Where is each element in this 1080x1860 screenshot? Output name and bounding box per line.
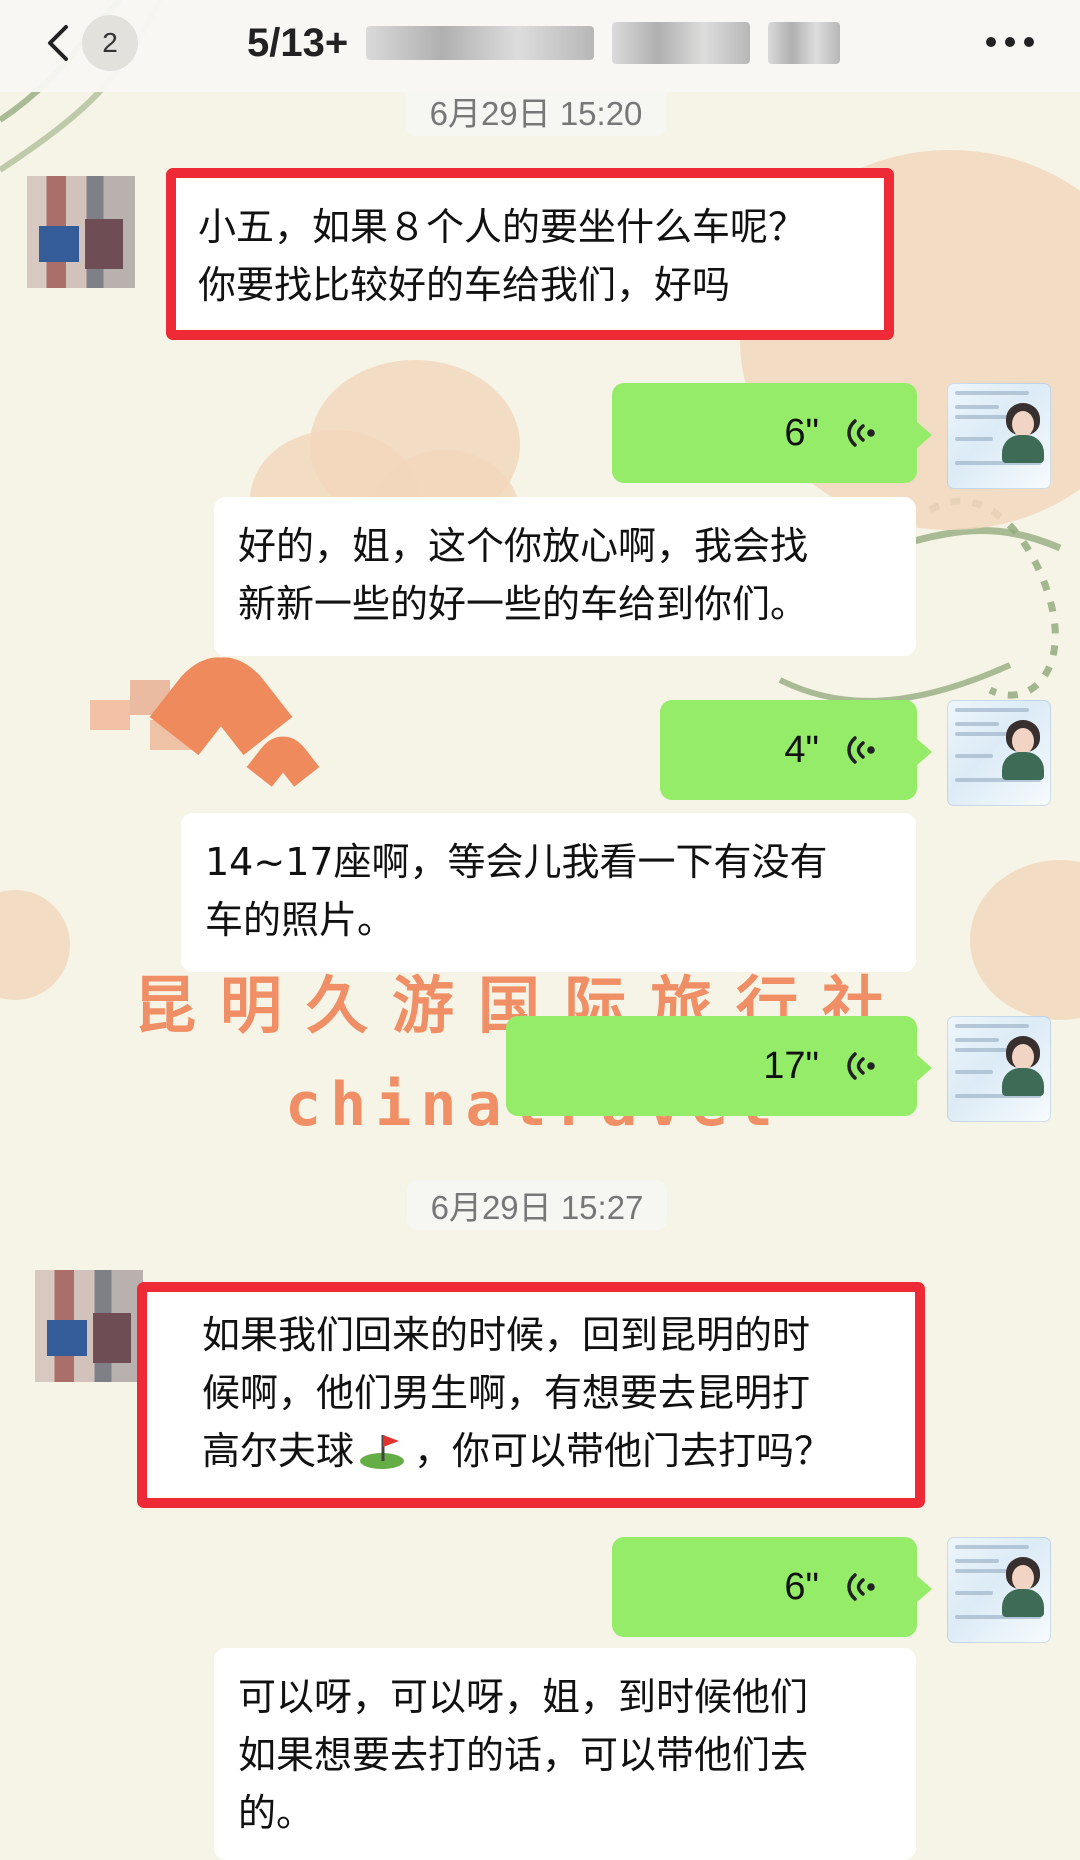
contact-avatar[interactable] — [27, 176, 135, 288]
message-line: 新新一些的好一些的车给到你们。 — [238, 582, 809, 626]
message-line: 车的照片。 — [205, 898, 396, 942]
redacted-title-part — [612, 22, 751, 64]
voice-duration: 17" — [763, 1045, 819, 1087]
chat-header: 2 5/13+ — [0, 0, 1080, 92]
voice-message[interactable]: 6" — [612, 383, 932, 483]
message-line: 候啊，他们男生啊，有想要去昆明打 — [202, 1371, 811, 1415]
message-line: 如果想要去打的话，可以带他们去 — [238, 1733, 809, 1777]
unread-count-badge[interactable]: 2 — [82, 15, 138, 71]
self-avatar[interactable] — [947, 700, 1051, 806]
message-line: 你要找比较好的车给我们，好吗 — [198, 263, 731, 307]
voice-duration: 6" — [784, 412, 819, 454]
voice-duration: 4" — [784, 729, 819, 771]
message-line-part: ，你可以带他门去打吗？ — [414, 1429, 833, 1473]
message-line: 14~17座啊，等会儿我看一下有没有 — [205, 840, 828, 884]
timestamp: 6月29日 15:20 — [406, 86, 666, 136]
voice-wave-icon — [847, 419, 875, 447]
self-avatar[interactable] — [947, 1537, 1051, 1643]
text-message[interactable]: 好的，姐，这个你放心啊，我会找 新新一些的好一些的车给到你们。 — [214, 497, 916, 656]
chat-title: 5/13+ — [247, 17, 841, 69]
text-message[interactable]: 可以呀，可以呀，姐，到时候他们 如果想要去打的话，可以带他们去 的。 — [214, 1648, 916, 1860]
voice-wave-icon — [847, 1573, 875, 1601]
golf-flag-icon — [356, 1430, 408, 1472]
message-line: 如果我们回来的时候，回到昆明的时 — [202, 1313, 811, 1357]
voice-message[interactable]: 17" — [506, 1016, 932, 1116]
chevron-left-icon[interactable] — [42, 23, 70, 63]
voice-wave-icon — [847, 736, 875, 764]
message-line: 可以呀，可以呀，姐，到时候他们 — [238, 1675, 809, 1719]
message-line-part: 高尔夫球 — [202, 1429, 355, 1473]
redacted-title-part — [366, 26, 595, 60]
redacted-title-part — [768, 22, 841, 64]
self-avatar[interactable] — [947, 383, 1051, 489]
message-line: 小五，如果８个人的要坐什么车呢？ — [198, 205, 807, 249]
more-dots-icon[interactable] — [986, 33, 1034, 51]
voice-message[interactable]: 4" — [660, 700, 932, 800]
text-message[interactable]: 14~17座啊，等会儿我看一下有没有 车的照片。 — [181, 813, 916, 972]
message-line: 的。 — [238, 1791, 315, 1835]
contact-avatar[interactable] — [35, 1270, 143, 1382]
highlighted-message[interactable]: 小五，如果８个人的要坐什么车呢？ 你要找比较好的车给我们，好吗 — [166, 168, 894, 340]
chat-title-prefix: 5/13+ — [247, 20, 349, 65]
highlighted-message[interactable]: 如果我们回来的时候，回到昆明的时 候啊，他们男生啊，有想要去昆明打 高尔夫球 ，… — [137, 1282, 925, 1508]
voice-duration: 6" — [784, 1566, 819, 1608]
message-line: 好的，姐，这个你放心啊，我会找 — [238, 524, 809, 568]
voice-wave-icon — [847, 1052, 875, 1080]
voice-message[interactable]: 6" — [612, 1537, 932, 1637]
self-avatar[interactable] — [947, 1016, 1051, 1122]
message-line: 高尔夫球 ，你可以带他门去打吗？ — [202, 1422, 897, 1480]
timestamp: 6月29日 15:27 — [407, 1180, 667, 1230]
